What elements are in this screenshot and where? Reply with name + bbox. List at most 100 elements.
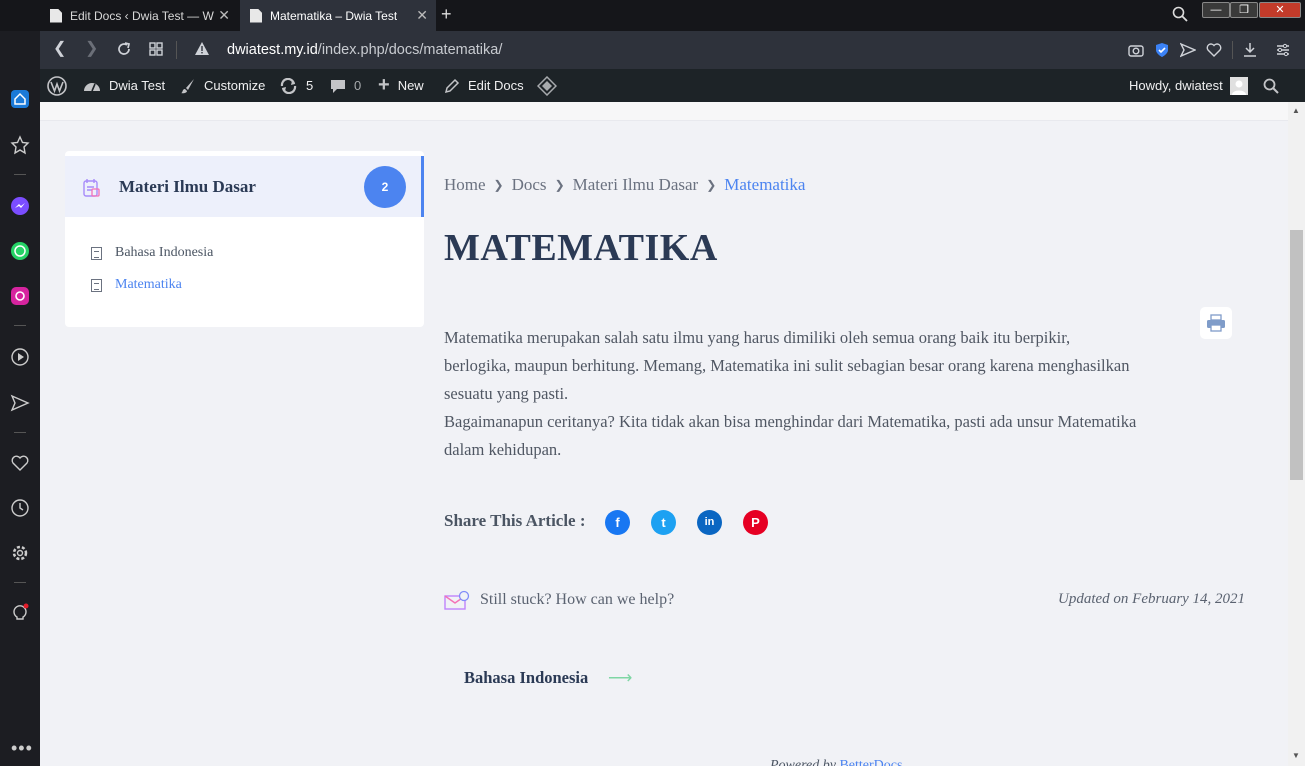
minimize-icon[interactable]: —	[1202, 2, 1230, 18]
speed-dial-icon[interactable]	[10, 89, 30, 109]
new-content-button[interactable]: + New	[378, 69, 424, 102]
article-body: Matematika merupakan salah satu ilmu yan…	[444, 324, 1244, 464]
tab-matematika[interactable]: Matematika – Dwia Test ✕	[240, 0, 436, 31]
send-page-icon[interactable]	[1180, 42, 1196, 58]
new-label: New	[397, 78, 424, 93]
chevron-right-icon: ❯	[554, 177, 565, 192]
settings-icon[interactable]	[10, 543, 30, 563]
next-doc-link[interactable]: Bahasa Indonesia	[464, 668, 588, 688]
sidebar-item-matematika[interactable]: Matematika	[91, 277, 182, 293]
vpn-shield-icon[interactable]	[1154, 42, 1170, 58]
brush-icon	[181, 78, 194, 93]
tab-label: Matematika – Dwia Test	[270, 8, 398, 23]
new-tab-button[interactable]: +	[441, 4, 452, 25]
tab-strip: Edit Docs ‹ Dwia Test — W ✕ Matematika –…	[0, 0, 1305, 31]
comments-count: 0	[354, 78, 362, 93]
article-line: Bagaimanapun ceritanya? Kita tidak akan …	[444, 412, 1137, 431]
whatsapp-icon[interactable]	[10, 241, 30, 261]
back-icon[interactable]: ❮	[53, 41, 66, 57]
updated-date: Updated on February 14, 2021	[1058, 591, 1246, 607]
send-icon[interactable]	[10, 393, 30, 413]
wp-search-icon[interactable]	[1263, 78, 1279, 94]
category-header[interactable]: Materi Ilmu Dasar 2	[65, 156, 424, 217]
wp-admin-bar: Dwia Test Customize 5 0 + New Edit Docs …	[40, 69, 1305, 102]
plus-icon: +	[378, 74, 390, 96]
facebook-icon[interactable]: f	[605, 510, 630, 535]
comments-button[interactable]: 0	[330, 69, 361, 102]
easy-setup-icon[interactable]	[1275, 42, 1291, 58]
updates-icon	[280, 77, 297, 94]
sidebar-separator	[14, 174, 26, 175]
breadcrumb-current: Matematika	[724, 175, 806, 194]
tab-label: Edit Docs ‹ Dwia Test — W	[70, 8, 214, 23]
sidebar-item-label: Bahasa Indonesia	[115, 245, 214, 260]
edit-docs-label: Edit Docs	[468, 78, 524, 93]
site-name-button[interactable]: Dwia Test	[83, 69, 165, 102]
sidebar-item-bahasa-indonesia[interactable]: Bahasa Indonesia	[91, 245, 213, 261]
scrollbar[interactable]: ▲ ▼	[1288, 102, 1305, 766]
linkedin-icon[interactable]: in	[697, 510, 722, 535]
window-close-icon[interactable]: ✕	[1259, 2, 1301, 18]
reload-icon[interactable]	[116, 41, 132, 57]
close-icon[interactable]: ✕	[416, 8, 428, 22]
maximize-icon[interactable]: ❐	[1230, 2, 1258, 18]
scrollbar-thumb[interactable]	[1290, 230, 1303, 480]
download-icon[interactable]	[1242, 42, 1258, 58]
history-icon[interactable]	[10, 498, 30, 518]
arrow-right-icon[interactable]: ⟶	[608, 668, 632, 688]
sidebar-item-label: Matematika	[115, 277, 182, 292]
camera-icon[interactable]	[1128, 42, 1144, 58]
heart-icon[interactable]	[10, 453, 30, 473]
tabs-grid-icon[interactable]	[148, 41, 164, 57]
customize-label: Customize	[204, 78, 266, 93]
article-line: Matematika merupakan salah satu ilmu yan…	[444, 328, 1071, 347]
tab-edit-docs[interactable]: Edit Docs ‹ Dwia Test — W ✕	[40, 0, 238, 31]
breadcrumb-home[interactable]: Home	[444, 175, 486, 195]
opera-sidebar: •••	[0, 0, 40, 766]
pinterest-icon[interactable]: P	[743, 510, 768, 535]
edit-docs-button[interactable]: Edit Docs	[444, 69, 524, 102]
player-icon[interactable]	[10, 347, 30, 367]
url-field[interactable]: dwiatest.my.id/index.php/docs/matematika…	[227, 42, 502, 58]
messenger-icon[interactable]	[10, 196, 30, 216]
forward-icon[interactable]: ❯	[85, 41, 98, 57]
article-line: dalam kehidupan.	[444, 440, 562, 459]
url-domain: dwiatest.my.id	[227, 42, 318, 58]
category-title: Materi Ilmu Dasar	[119, 177, 256, 196]
twitter-icon[interactable]: t	[651, 510, 676, 535]
page-icon	[250, 8, 262, 23]
avatar	[1229, 76, 1248, 95]
lightbulb-icon[interactable]	[10, 603, 30, 623]
breadcrumb-docs[interactable]: Docs	[512, 175, 547, 195]
dashboard-icon	[84, 82, 100, 91]
bookmarks-icon[interactable]	[10, 135, 30, 155]
scroll-down-icon[interactable]: ▼	[1292, 751, 1300, 760]
page-content: Materi Ilmu Dasar 2 Bahasa Indonesia Mat…	[40, 102, 1288, 766]
my-account-button[interactable]: Howdy, dwiatest	[1129, 69, 1248, 102]
updates-button[interactable]: 5	[279, 69, 313, 102]
scroll-up-icon[interactable]: ▲	[1292, 106, 1300, 115]
close-icon[interactable]: ✕	[218, 8, 230, 22]
bookmark-heart-icon[interactable]	[1206, 42, 1222, 58]
powered-by-link[interactable]: BetterDocs	[839, 758, 902, 766]
help-mail-icon	[444, 590, 470, 610]
wordpress-icon	[47, 75, 67, 96]
warning-icon[interactable]	[194, 41, 210, 57]
addr-separator	[176, 41, 177, 59]
share-label: Share This Article :	[444, 511, 586, 530]
instagram-icon[interactable]	[10, 286, 30, 306]
tab-search-icon[interactable]	[1172, 6, 1188, 22]
more-icon[interactable]: •••	[11, 738, 33, 759]
breadcrumb-category[interactable]: Materi Ilmu Dasar	[573, 175, 699, 195]
powered-by: Powered by BetterDocs	[770, 758, 902, 766]
diamond-icon	[537, 75, 557, 96]
addr-separator	[1232, 41, 1233, 59]
docs-sidebar: Materi Ilmu Dasar 2 Bahasa Indonesia Mat…	[65, 151, 424, 327]
customize-button[interactable]: Customize	[180, 69, 265, 102]
help-link[interactable]: Still stuck? How can we help?	[480, 591, 674, 609]
site-name: Dwia Test	[109, 78, 166, 93]
sidebar-separator	[14, 325, 26, 326]
plugin-menu-button[interactable]	[537, 69, 557, 102]
document-icon	[91, 246, 102, 260]
wp-logo-button[interactable]	[47, 69, 67, 102]
